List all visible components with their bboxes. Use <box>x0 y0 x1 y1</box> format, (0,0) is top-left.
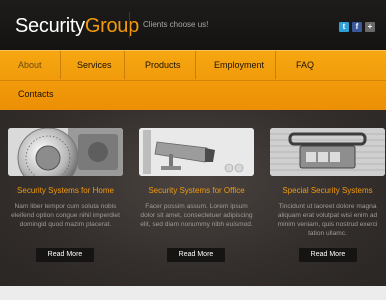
twitter-glyph: t <box>342 22 346 31</box>
nav-item-faq[interactable]: FAQ <box>296 59 314 71</box>
security-camera-image[interactable] <box>139 128 254 176</box>
nav-separator <box>124 51 125 79</box>
footer-strip <box>0 286 386 300</box>
nav-item-about[interactable]: About <box>18 59 42 71</box>
read-more-button-office[interactable]: Read More <box>167 248 225 262</box>
briefcase-lock-image[interactable] <box>270 128 385 176</box>
site-slogan: Clients choose us! <box>143 20 209 29</box>
briefcase-lock-icon <box>270 128 385 176</box>
safe-dial-icon <box>8 128 123 176</box>
card-text-special: Tincidunt ut laoreet dolore magna aliqua… <box>277 203 378 237</box>
nav-row-divider <box>0 80 386 81</box>
read-more-button-home[interactable]: Read More <box>36 248 94 262</box>
security-camera-icon <box>139 128 254 176</box>
card-title-office[interactable]: Security Systems for Office <box>139 186 254 196</box>
logo-text-security: Security <box>15 15 85 37</box>
nav-item-employment[interactable]: Employment <box>214 59 264 71</box>
twitter-icon[interactable]: t <box>339 22 349 32</box>
card-text-office: Facer possim assum. Lorem ipsum dolor si… <box>140 203 253 228</box>
nav-separator <box>195 51 196 79</box>
nav-separator <box>60 51 61 79</box>
nav-item-contacts[interactable]: Contacts <box>18 88 54 100</box>
nav-item-services[interactable]: Services <box>77 59 112 71</box>
read-more-button-special[interactable]: Read More <box>299 248 357 262</box>
safe-dial-image[interactable] <box>8 128 123 176</box>
site-logo[interactable]: SecurityGroup <box>15 14 139 38</box>
header-divider <box>129 12 130 38</box>
nav-item-products[interactable]: Products <box>145 59 181 71</box>
card-title-home[interactable]: Security Systems for Home <box>8 186 123 196</box>
nav-separator <box>275 51 276 79</box>
card-title-special[interactable]: Special Security Systems <box>270 186 385 196</box>
logo-text-group: Group <box>84 15 139 37</box>
google-plus-icon[interactable]: + <box>365 22 375 32</box>
card-text-home: Nam liber tempor cum soluta nobis eleife… <box>11 203 120 228</box>
facebook-icon[interactable]: f <box>352 22 362 32</box>
google-plus-glyph: + <box>367 22 373 31</box>
site-header: SecurityGroup Clients choose us! t f + <box>0 0 386 50</box>
facebook-glyph: f <box>355 22 359 31</box>
